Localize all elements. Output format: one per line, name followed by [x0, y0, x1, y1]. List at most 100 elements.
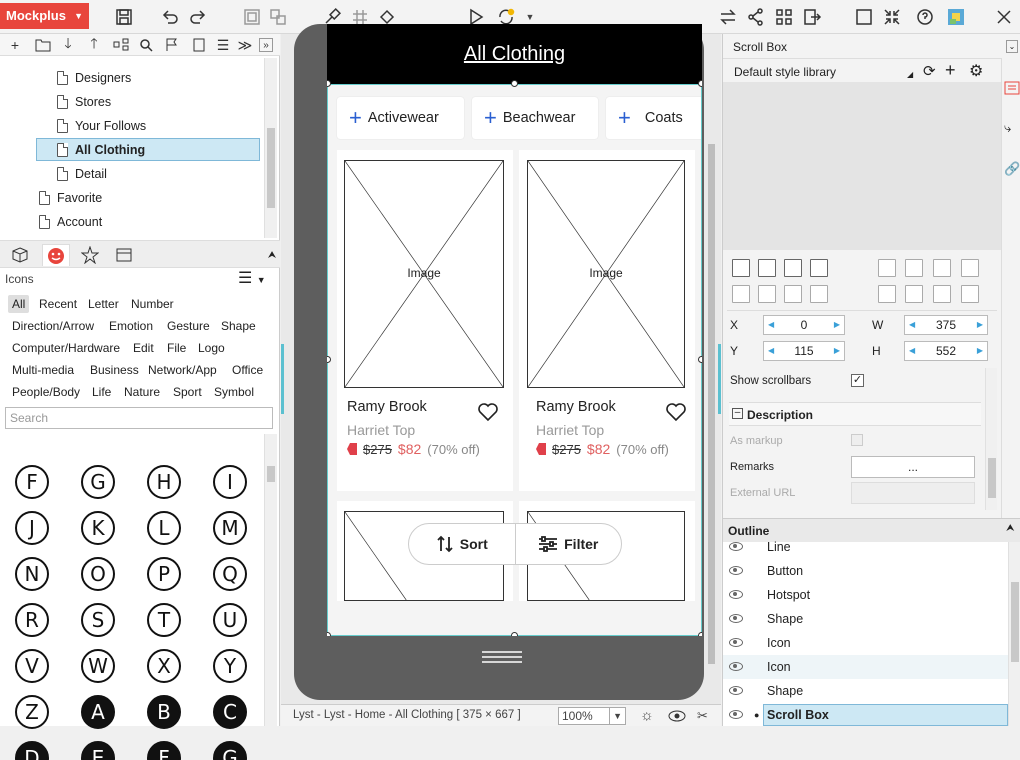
add-style-icon[interactable]: +: [945, 60, 956, 81]
align-center-icon[interactable]: [758, 285, 776, 303]
redo-icon[interactable]: [186, 5, 210, 29]
swap-icon[interactable]: [716, 5, 740, 29]
letter-circle-icon[interactable]: Q: [213, 557, 247, 591]
panel-resize-handle[interactable]: [718, 344, 721, 414]
eye-icon[interactable]: [729, 614, 743, 623]
align-stretch-icon[interactable]: [961, 285, 979, 303]
align-left-icon[interactable]: [732, 285, 750, 303]
outline-item[interactable]: Line: [723, 535, 1008, 559]
letter-circle-icon[interactable]: O: [81, 557, 115, 591]
selection-handle[interactable]: [511, 632, 518, 636]
tools-icon[interactable]: ✂: [697, 708, 708, 724]
settings-gear-icon[interactable]: ⚙: [969, 61, 983, 81]
share-icon[interactable]: [744, 5, 768, 29]
equal-width-icon[interactable]: [905, 259, 923, 277]
equal-height-icon[interactable]: [961, 259, 979, 277]
move-up-icon[interactable]: 🡑: [85, 35, 103, 54]
letter-circle-icon[interactable]: G: [213, 741, 247, 760]
send-to-back-icon[interactable]: [810, 259, 828, 277]
align-right-icon[interactable]: [784, 285, 802, 303]
letter-circle-icon[interactable]: G: [81, 465, 115, 499]
sitemap-icon[interactable]: [112, 36, 130, 54]
letter-circle-icon[interactable]: C: [213, 695, 247, 729]
letter-circle-icon[interactable]: J: [15, 511, 49, 545]
letter-circle-icon[interactable]: E: [81, 741, 115, 760]
eye-icon[interactable]: [729, 710, 743, 719]
align-middle-icon[interactable]: [905, 285, 923, 303]
align-bottom-icon[interactable]: [933, 285, 951, 303]
qr-code-icon[interactable]: [772, 5, 796, 29]
letter-circle-icon[interactable]: F: [147, 741, 181, 760]
letter-circle-icon[interactable]: U: [213, 603, 247, 637]
bring-forward-icon[interactable]: [758, 259, 776, 277]
fullscreen-icon[interactable]: [852, 5, 876, 29]
add-icon[interactable]: +: [6, 36, 24, 54]
outline-item-selected[interactable]: ● Scroll Box: [723, 703, 1008, 727]
app-logo-menu[interactable]: Mockplus ▼: [0, 3, 89, 29]
letter-circle-icon[interactable]: F: [15, 465, 49, 499]
help-icon[interactable]: [913, 5, 937, 29]
distribute-vertical-icon[interactable]: [933, 259, 951, 277]
canvas-scrollbar[interactable]: [705, 34, 717, 704]
outline-item[interactable]: Icon: [723, 631, 1008, 655]
list-icon[interactable]: ☰: [214, 36, 232, 54]
properties-tab-icon[interactable]: [1004, 81, 1020, 95]
eye-icon[interactable]: [668, 709, 686, 723]
page-icon[interactable]: [190, 36, 208, 54]
letter-circle-icon[interactable]: B: [147, 695, 181, 729]
letter-circle-icon[interactable]: P: [147, 557, 181, 591]
letter-circle-icon[interactable]: X: [147, 649, 181, 683]
user-avatar-icon[interactable]: [944, 5, 968, 29]
outline-item[interactable]: Shape: [723, 679, 1008, 703]
selection-handle[interactable]: [698, 80, 702, 87]
properties-scrollbar[interactable]: [985, 368, 997, 510]
outline-item[interactable]: Hotspot: [723, 583, 1008, 607]
save-icon[interactable]: [112, 5, 136, 29]
selection-handle[interactable]: [698, 632, 702, 636]
undo-icon[interactable]: [158, 5, 182, 29]
selection-handle[interactable]: [511, 80, 518, 87]
letter-circle-icon[interactable]: N: [15, 557, 49, 591]
align-top-icon[interactable]: [878, 285, 896, 303]
letter-circle-icon[interactable]: S: [81, 603, 115, 637]
product-card[interactable]: Image Ramy Brook Harriet Top $275 $82 (70%…: [519, 150, 695, 491]
letter-circle-icon[interactable]: D: [15, 741, 49, 760]
panel-resize-handle[interactable]: [281, 344, 284, 414]
outline-item[interactable]: Button: [723, 559, 1008, 583]
eye-icon[interactable]: [729, 686, 743, 695]
sun-brightness-icon[interactable]: ☼: [640, 707, 654, 724]
close-icon[interactable]: [992, 5, 1016, 29]
letter-circle-icon[interactable]: Z: [15, 695, 49, 729]
letter-circle-icon[interactable]: M: [213, 511, 247, 545]
chevron-down-icon[interactable]: ⌄: [1006, 40, 1018, 53]
outline-item[interactable]: Icon: [723, 655, 1008, 679]
collapse-icon[interactable]: [880, 5, 904, 29]
chip-activewear[interactable]: + Activewear: [337, 97, 464, 139]
interaction-tab-icon[interactable]: ⤷: [1004, 120, 1011, 136]
eye-icon[interactable]: [729, 590, 743, 599]
letter-circle-icon[interactable]: L: [147, 511, 181, 545]
sort-button[interactable]: Sort: [409, 524, 515, 564]
heart-icon[interactable]: [477, 402, 499, 422]
eye-icon[interactable]: [729, 542, 743, 551]
show-scrollbars-checkbox[interactable]: ✓: [851, 374, 864, 387]
letter-circle-icon[interactable]: T: [147, 603, 181, 637]
collapse-panel-icon[interactable]: »: [259, 38, 273, 52]
chip-beachwear[interactable]: + Beachwear: [472, 97, 598, 139]
align-justify-icon[interactable]: [810, 285, 828, 303]
distribute-horizontal-icon[interactable]: [878, 259, 896, 277]
letter-circle-icon[interactable]: A: [81, 695, 115, 729]
tree-scrollbar[interactable]: [264, 58, 277, 238]
letter-circle-icon[interactable]: V: [15, 649, 49, 683]
design-canvas[interactable]: All Clothing + Activewear + Beachwear + Coa…: [281, 24, 721, 706]
dropdown-corner-icon[interactable]: ◢: [907, 70, 913, 79]
send-backward-icon[interactable]: [784, 259, 802, 277]
search-icon[interactable]: [137, 36, 155, 54]
y-input[interactable]: ◀ 115 ▶: [763, 341, 845, 361]
remarks-input[interactable]: ...: [851, 456, 975, 478]
eye-icon[interactable]: [729, 662, 743, 671]
selection-handle[interactable]: [698, 356, 702, 363]
outline-scrollbar[interactable]: [1008, 542, 1020, 726]
icons-scrollbar[interactable]: [264, 434, 277, 726]
w-input[interactable]: ◀ 375 ▶: [904, 315, 988, 335]
